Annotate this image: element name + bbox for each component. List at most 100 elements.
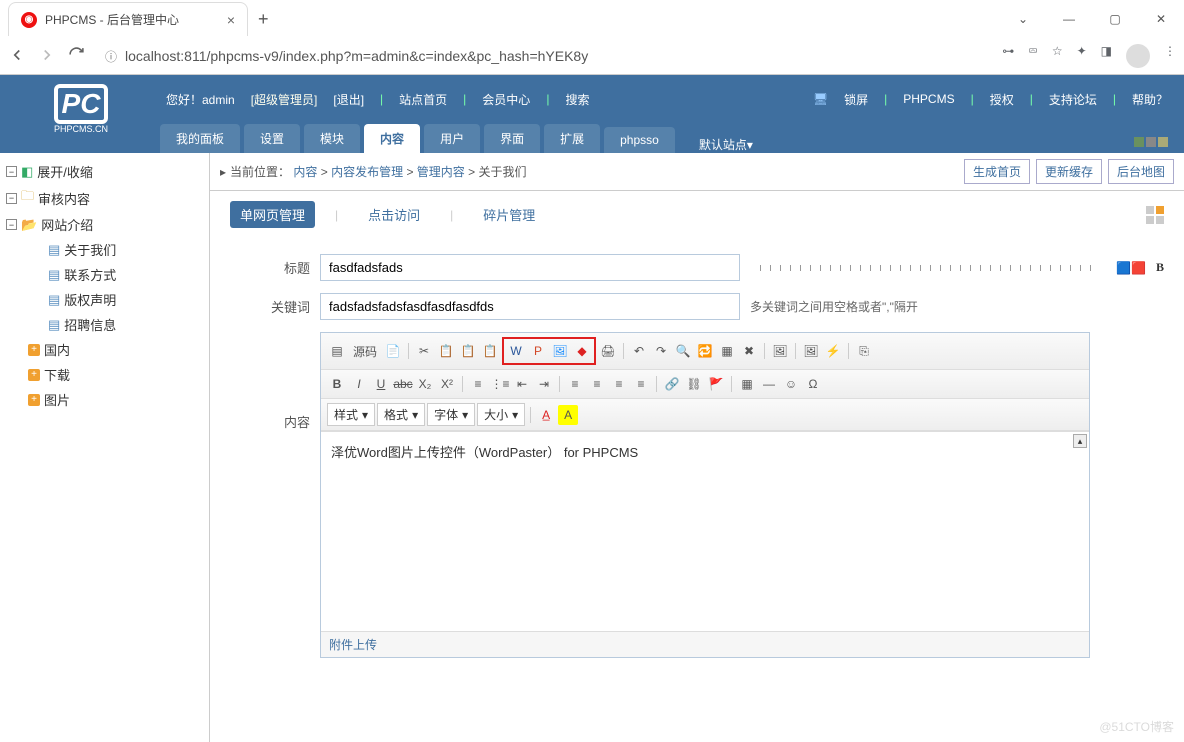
bold-icon[interactable]: B: [327, 374, 347, 394]
emoji-icon[interactable]: ☺: [781, 374, 801, 394]
bc-publish[interactable]: 内容发布管理: [331, 165, 403, 179]
sidebar-item-copyright[interactable]: ▤版权声明: [6, 287, 203, 312]
size-select[interactable]: 大小 ▾: [477, 403, 525, 426]
outdent-icon[interactable]: ⇤: [512, 374, 532, 394]
indent-icon[interactable]: ⇥: [534, 374, 554, 394]
special-char-icon[interactable]: Ω: [803, 374, 823, 394]
align-justify-icon[interactable]: ≡: [631, 374, 651, 394]
help-link[interactable]: 帮助？: [1132, 91, 1168, 108]
tab-settings[interactable]: 设置: [244, 124, 300, 153]
input-title[interactable]: [320, 254, 740, 281]
forum-link[interactable]: 支持论坛: [1049, 91, 1097, 108]
ol-icon[interactable]: ≡: [468, 374, 488, 394]
text-color-icon[interactable]: A̲: [536, 405, 556, 425]
theme-olive[interactable]: [1158, 137, 1168, 147]
site-home-link[interactable]: 站点首页: [399, 91, 447, 108]
key-icon[interactable]: ⊶: [1002, 44, 1014, 68]
close-window-button[interactable]: ✕: [1138, 3, 1184, 35]
bold-toggle-icon[interactable]: B: [1156, 260, 1164, 275]
chevron-down-icon[interactable]: ⌄: [1000, 3, 1046, 35]
input-keywords[interactable]: [320, 293, 740, 320]
license-link[interactable]: 授权: [990, 91, 1014, 108]
bc-content[interactable]: 内容: [293, 165, 317, 179]
phpcms-link[interactable]: PHPCMS: [903, 92, 954, 106]
site-info-icon[interactable]: ⓘ: [105, 48, 117, 65]
align-right-icon[interactable]: ≡: [609, 374, 629, 394]
image-icon[interactable]: 🖼: [770, 341, 790, 361]
reload-button[interactable]: [68, 46, 85, 66]
find-icon[interactable]: 🔍: [673, 341, 693, 361]
tab-phpsso[interactable]: phpsso: [604, 127, 675, 153]
format-select[interactable]: 格式 ▾: [377, 403, 425, 426]
subscript-icon[interactable]: X₂: [415, 374, 435, 394]
maximize-button[interactable]: ▢: [1092, 3, 1138, 35]
sidebar-item-review[interactable]: −🗀审核内容: [6, 184, 203, 212]
share-icon[interactable]: ⮹: [1028, 44, 1038, 68]
tab-ui[interactable]: 界面: [484, 124, 540, 153]
subtab-visit[interactable]: 点击访问: [358, 201, 430, 228]
font-select[interactable]: 字体 ▾: [427, 403, 475, 426]
redo-icon[interactable]: ↷: [651, 341, 671, 361]
forward-button[interactable]: [38, 46, 56, 67]
ppt-icon[interactable]: P: [528, 341, 548, 361]
style-select[interactable]: 样式 ▾: [327, 403, 375, 426]
tab-dashboard[interactable]: 我的面板: [160, 124, 240, 153]
update-cache-button[interactable]: 更新缓存: [1036, 159, 1102, 184]
subtab-manage[interactable]: 单网页管理: [230, 201, 315, 228]
logout-link[interactable]: [退出]: [333, 91, 364, 108]
underline-icon[interactable]: U: [371, 374, 391, 394]
close-tab-icon[interactable]: ×: [227, 12, 235, 28]
source-icon[interactable]: ▤: [327, 341, 347, 361]
replace-icon[interactable]: 🔁: [695, 341, 715, 361]
sidebar-item-recruit[interactable]: ▤招聘信息: [6, 312, 203, 337]
bookmark-icon[interactable]: ☆: [1052, 44, 1063, 68]
theme-blue[interactable]: [1122, 137, 1132, 147]
source-button[interactable]: 源码: [349, 341, 381, 361]
print-icon[interactable]: 🖨: [598, 341, 618, 361]
tab-extend[interactable]: 扩展: [544, 124, 600, 153]
anchor-icon[interactable]: 🚩: [706, 374, 726, 394]
sidebar-item-images[interactable]: +图片: [6, 387, 203, 412]
sidebar-item-contact[interactable]: ▤联系方式: [6, 262, 203, 287]
gen-home-button[interactable]: 生成首页: [964, 159, 1030, 184]
select-all-icon[interactable]: ▦: [717, 341, 737, 361]
strike-icon[interactable]: abc: [393, 374, 413, 394]
sidebar-item-download[interactable]: +下载: [6, 362, 203, 387]
link-icon[interactable]: 🔗: [662, 374, 682, 394]
member-center-link[interactable]: 会员中心: [482, 91, 530, 108]
superscript-icon[interactable]: X²: [437, 374, 457, 394]
sidebar-item-toggle[interactable]: −◧展开/收缩: [6, 159, 203, 184]
attachment-upload-button[interactable]: 附件上传: [321, 631, 1089, 657]
image2-icon[interactable]: 🖼: [801, 341, 821, 361]
site-select[interactable]: 默认站点▾: [699, 136, 753, 153]
theme-gray[interactable]: [1146, 137, 1156, 147]
tab-modules[interactable]: 模块: [304, 124, 360, 153]
url-field[interactable]: ⓘ localhost:811/phpcms-v9/index.php?m=ad…: [97, 44, 990, 69]
theme-green[interactable]: [1134, 137, 1144, 147]
ul-icon[interactable]: ⋮≡: [490, 374, 510, 394]
sidebar-item-about-site[interactable]: −📂网站介绍: [6, 212, 203, 237]
italic-icon[interactable]: I: [349, 374, 369, 394]
reader-icon[interactable]: ◨: [1101, 44, 1112, 68]
sidebar-item-about-us[interactable]: ▤关于我们: [6, 237, 203, 262]
scroll-up-icon[interactable]: ▴: [1073, 434, 1087, 448]
bc-manage[interactable]: 管理内容: [417, 165, 465, 179]
layout-toggle-icon[interactable]: [1146, 206, 1164, 224]
image-upload-icon[interactable]: 🖼: [550, 341, 570, 361]
profile-avatar[interactable]: [1126, 44, 1150, 68]
undo-icon[interactable]: ↶: [629, 341, 649, 361]
preview-icon[interactable]: 📄: [383, 341, 403, 361]
align-left-icon[interactable]: ≡: [565, 374, 585, 394]
word-icon[interactable]: W: [506, 341, 526, 361]
page-break-icon[interactable]: ⎘: [854, 341, 874, 361]
unlink-icon[interactable]: ⛓: [684, 374, 704, 394]
bg-color-icon[interactable]: A: [558, 405, 578, 425]
tab-users[interactable]: 用户: [424, 124, 480, 153]
sitemap-button[interactable]: 后台地图: [1108, 159, 1174, 184]
cut-icon[interactable]: ✂: [414, 341, 434, 361]
copy-icon[interactable]: 📋: [436, 341, 456, 361]
table-icon[interactable]: ▦: [737, 374, 757, 394]
sidebar-item-domestic[interactable]: +国内: [6, 337, 203, 362]
extensions-icon[interactable]: ✦: [1077, 44, 1087, 68]
tab-content[interactable]: 内容: [364, 124, 420, 153]
